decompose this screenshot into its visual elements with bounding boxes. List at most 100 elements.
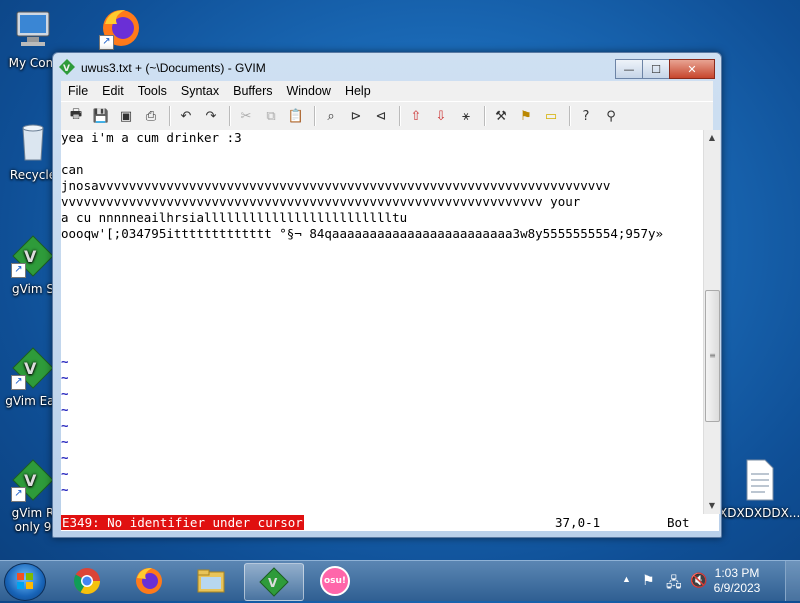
shortcut-arrow-icon: ↗	[99, 35, 114, 50]
vim-icon: V	[59, 59, 75, 78]
find-previous-icon[interactable]: ⊲	[370, 105, 392, 127]
load-session-icon[interactable]: ⇧	[405, 105, 427, 127]
toolbar: 🖶 💾 ▣ ⎙ ↶ ↷ ✂ ⧉ 📋 ⌕ ⊳ ⊲ ⇧ ⇩ ⚹ ⚒ ⚑ ▭ ? ⚲	[61, 101, 713, 130]
taskbar-osu[interactable]: osu!	[306, 563, 364, 599]
start-button[interactable]	[4, 563, 46, 601]
tilde-marker: ~	[61, 386, 69, 401]
clock[interactable]: 1:03 PM 6/9/2023	[702, 566, 772, 596]
shortcut-arrow-icon: ↗	[11, 263, 26, 278]
error-message: E349: No identifier under cursor	[61, 515, 304, 530]
system-tray: ▲ ⚑ 🖧 🔇 1:03 PM 6/9/2023	[600, 561, 800, 601]
vim-status-line: E349: No identifier under cursor 37,0-1 …	[61, 514, 719, 531]
tilde-marker: ~	[61, 434, 69, 449]
help-icon[interactable]: ?	[575, 105, 597, 127]
tag-jump-icon[interactable]: ▭	[540, 105, 562, 127]
osu-icon: osu!	[320, 566, 350, 596]
cursor-position: 37,0-1	[555, 515, 601, 530]
menu-help[interactable]: Help	[338, 84, 378, 98]
find-replace-icon[interactable]: ⌕	[320, 105, 342, 127]
save-all-icon[interactable]: ▣	[115, 105, 137, 127]
taskbar-gvim[interactable]: V	[244, 563, 304, 601]
save-session-icon[interactable]: ⇩	[430, 105, 452, 127]
toolbar-separator	[314, 106, 316, 126]
find-next-icon[interactable]: ⊳	[345, 105, 367, 127]
clock-date: 6/9/2023	[713, 581, 761, 595]
gvim-window: V uwus3.txt + (~\Documents) - GVIM — ☐ ✕…	[52, 52, 722, 538]
title-bar[interactable]: V uwus3.txt + (~\Documents) - GVIM — ☐ ✕	[53, 53, 721, 81]
text-editor-area[interactable]: yea i'm a cum drinker :3 can jnosavvvvvv…	[61, 130, 703, 514]
osu-label: osu!	[323, 576, 347, 586]
editor-line: vvvvvvvvvvvvvvvvvvvvvvvvvvvvvvvvvvvvvvvv…	[61, 194, 581, 209]
taskbar-firefox[interactable]	[120, 563, 178, 599]
editor-line: oooqw'[;034795ittttttttttttt °§¬ 84qaaaa…	[61, 226, 664, 241]
scroll-up-arrow-icon[interactable]: ▲	[704, 130, 720, 146]
windows-logo-icon	[17, 573, 33, 589]
clock-time: 1:03 PM	[714, 566, 760, 580]
find-help-icon[interactable]: ⚲	[600, 105, 622, 127]
maximize-button[interactable]: ☐	[642, 59, 670, 79]
computer-icon	[11, 8, 55, 52]
copy-icon[interactable]: ⧉	[260, 105, 282, 127]
menu-window[interactable]: Window	[279, 84, 337, 98]
tilde-marker: ~	[61, 370, 69, 385]
recycle-bin-icon	[11, 120, 55, 164]
menu-buffers[interactable]: Buffers	[226, 84, 279, 98]
tilde-marker: ~	[61, 418, 69, 433]
taskbar-file-explorer[interactable]	[182, 563, 240, 599]
taskbar-chrome[interactable]	[58, 563, 116, 599]
shortcut-arrow-icon: ↗	[11, 375, 26, 390]
network-icon[interactable]: 🖧	[666, 572, 682, 596]
vim-icon: V ↗	[11, 234, 55, 278]
menu-tools[interactable]: Tools	[131, 84, 174, 98]
editor-line: jnosavvvvvvvvvvvvvvvvvvvvvvvvvvvvvvvvvvv…	[61, 178, 611, 193]
undo-icon[interactable]: ↶	[175, 105, 197, 127]
scroll-thumb[interactable]: ≡	[705, 290, 720, 422]
tilde-marker: ~	[61, 482, 69, 497]
vim-icon: V ↗	[11, 458, 55, 502]
run-script-icon[interactable]: ⚹	[455, 105, 477, 127]
action-center-flag-icon[interactable]: ⚑	[642, 572, 655, 589]
menu-edit[interactable]: Edit	[95, 84, 131, 98]
tilde-marker: ~	[61, 354, 69, 369]
scroll-down-arrow-icon[interactable]: ▼	[704, 498, 720, 514]
shell-icon[interactable]: ⚑	[515, 105, 537, 127]
make-icon[interactable]: ⚒	[490, 105, 512, 127]
minimize-button[interactable]: —	[615, 59, 643, 79]
print-icon[interactable]: ⎙	[140, 105, 162, 127]
tilde-marker: ~	[61, 450, 69, 465]
open-icon[interactable]: 🖶	[65, 105, 87, 127]
menu-file[interactable]: File	[61, 84, 95, 98]
firefox-icon: ↗	[99, 6, 143, 50]
svg-text:V: V	[63, 64, 70, 74]
window-title: uwus3.txt + (~\Documents) - GVIM	[81, 61, 266, 75]
vim-icon: V ↗	[11, 346, 55, 390]
tilde-marker: ~	[61, 402, 69, 417]
toolbar-separator	[399, 106, 401, 126]
desktop-icon-label: XDXDXDDX...	[719, 506, 800, 520]
firefox-icon	[136, 568, 162, 594]
toolbar-separator	[484, 106, 486, 126]
show-hidden-icons-icon[interactable]: ▲	[622, 574, 631, 584]
vertical-scrollbar[interactable]: ▲ ≡ ▼	[703, 130, 720, 514]
toolbar-separator	[569, 106, 571, 126]
editor-line: a cu nnnnneailhrsialllllllllllllllllllll…	[61, 210, 408, 225]
redo-icon[interactable]: ↷	[200, 105, 222, 127]
shortcut-arrow-icon: ↗	[11, 487, 26, 502]
toolbar-separator	[229, 106, 231, 126]
folder-icon	[197, 569, 225, 593]
paste-icon[interactable]: 📋	[285, 105, 307, 127]
show-desktop-button[interactable]	[785, 561, 800, 601]
scroll-position: Bot	[667, 515, 690, 530]
editor-line: yea i'm a cum drinker :3	[61, 130, 242, 145]
close-button[interactable]: ✕	[669, 59, 715, 79]
cut-icon[interactable]: ✂	[235, 105, 257, 127]
save-icon[interactable]: 💾	[90, 105, 112, 127]
menu-syntax[interactable]: Syntax	[174, 84, 226, 98]
desktop-icon-firefox[interactable]: ↗	[84, 6, 158, 54]
toolbar-separator	[169, 106, 171, 126]
taskbar: V osu! ▲ ⚑ 🖧 🔇 1:03 PM 6/9/2023	[0, 560, 800, 601]
tilde-marker: ~	[61, 466, 69, 481]
editor-line: can	[61, 162, 84, 177]
desktop-icon-text-file[interactable]: XDXDXDDX...	[719, 458, 800, 520]
